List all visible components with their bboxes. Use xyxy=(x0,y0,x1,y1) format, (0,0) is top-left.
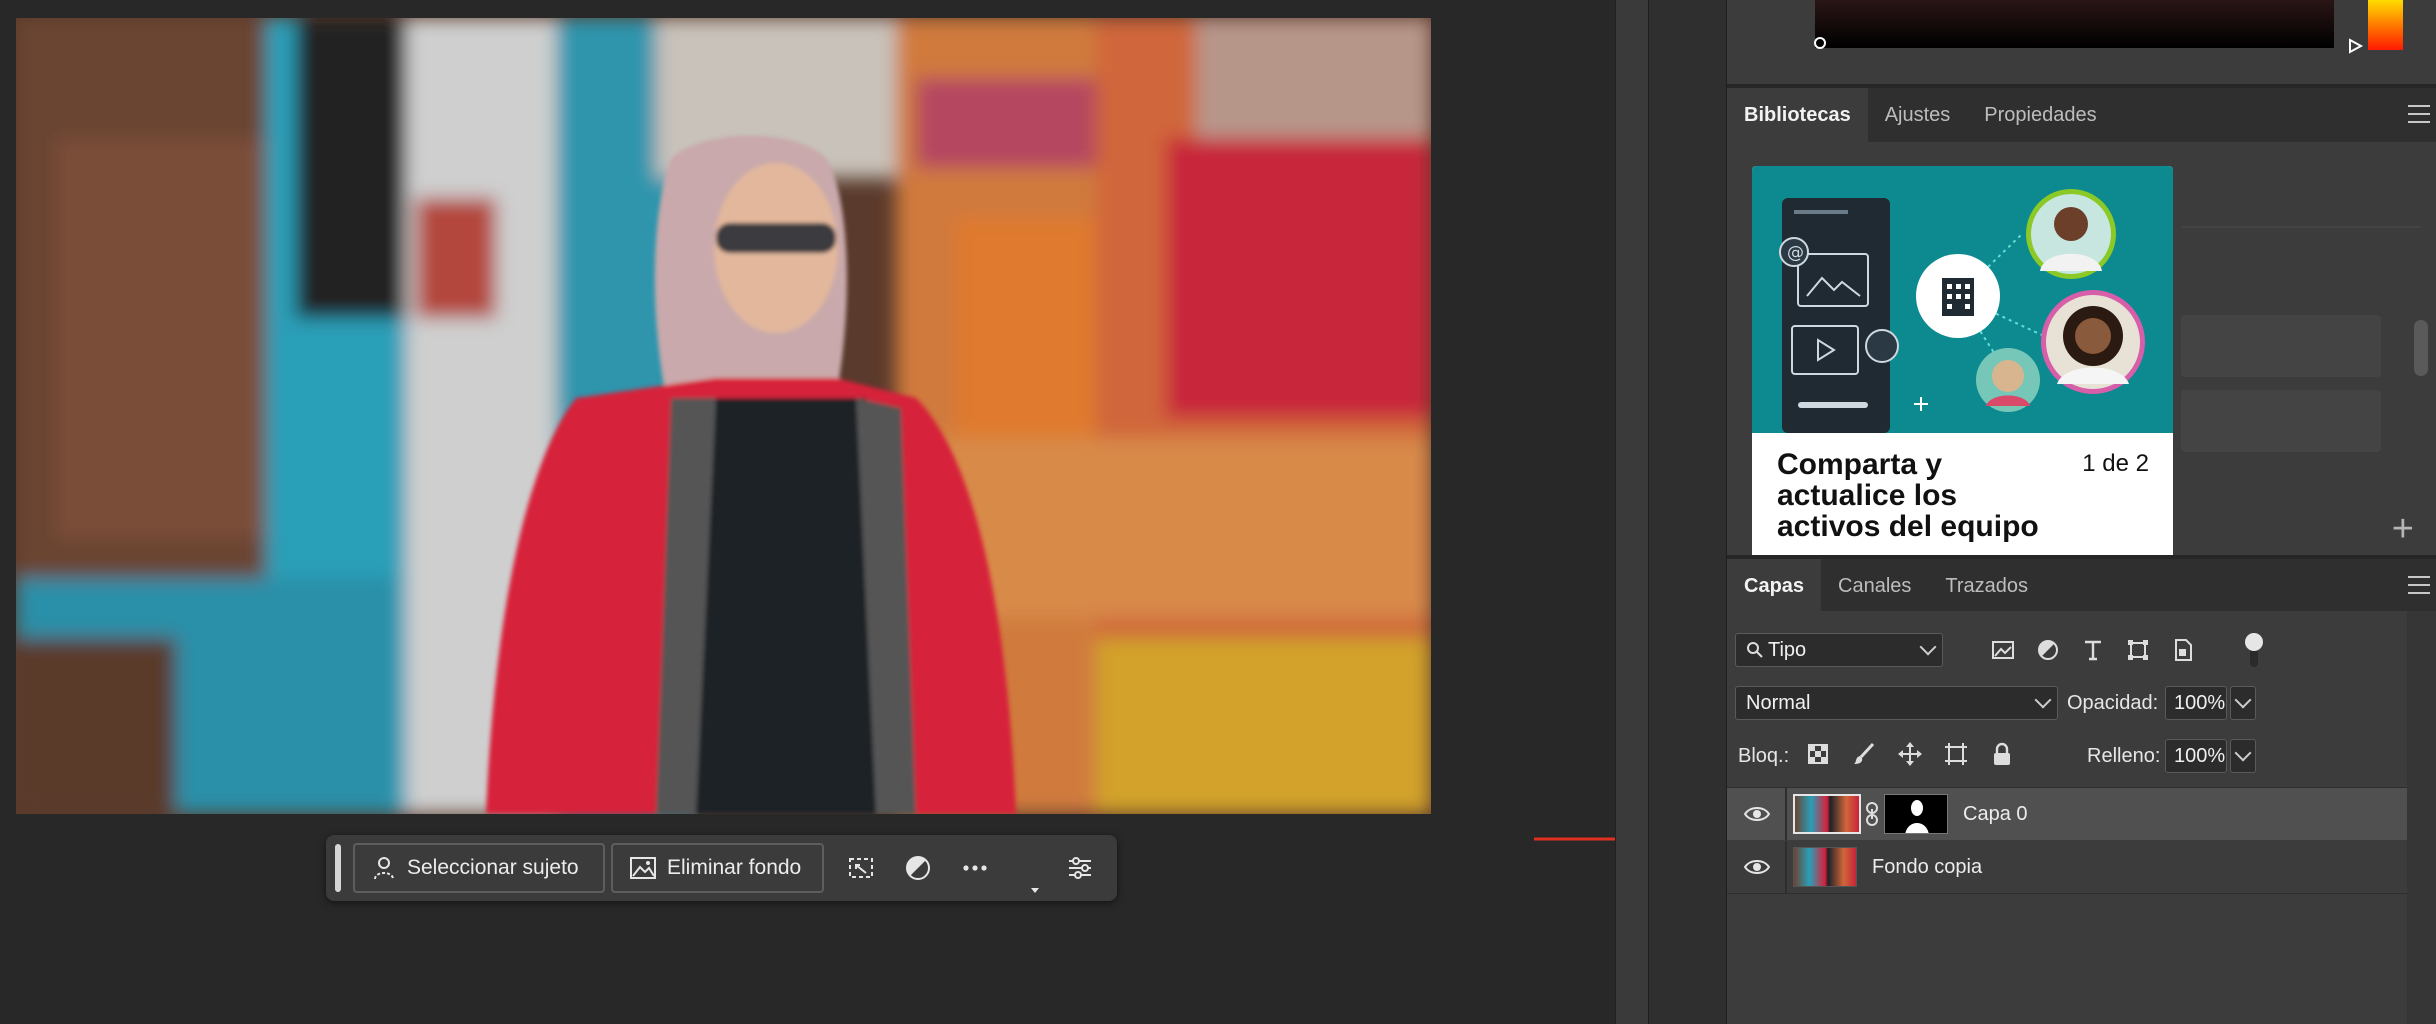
layers-panel-body: Tipo Normal Opacidad: 100% Bloq.: Rellen… xyxy=(1727,611,2436,1024)
opacity-value: 100% xyxy=(2174,691,2226,714)
layer-filter-value: Tipo xyxy=(1768,638,1807,661)
hue-slider[interactable] xyxy=(2368,0,2403,50)
layer-row[interactable]: Capa 0 xyxy=(1727,788,2407,840)
app-window: Seleccionar sujeto Eliminar fondo Biblio… xyxy=(0,0,2436,1024)
add-library-icon[interactable]: + xyxy=(2392,510,2414,548)
drag-handle[interactable] xyxy=(335,844,341,892)
layer-thumbnail xyxy=(1793,847,1857,887)
layer-mask-thumbnail[interactable] xyxy=(1884,794,1948,834)
opacity-input[interactable]: 100% xyxy=(2165,686,2227,720)
layer-row[interactable]: Fondo copia xyxy=(1727,841,2407,893)
tab-paths[interactable]: Trazados xyxy=(1928,559,2045,613)
lock-move-icon[interactable] xyxy=(1895,739,1925,769)
image-icon xyxy=(630,857,656,879)
promo-card[interactable]: @ Comparta y actualice los activos del e… xyxy=(1752,166,2173,555)
canvas-area[interactable]: Seleccionar sujeto Eliminar fondo xyxy=(0,0,1728,1024)
bar-settings-icon[interactable] xyxy=(1063,851,1097,885)
collapsed-panel-dock xyxy=(1648,0,1727,1024)
opacity-label: Opacidad: xyxy=(2067,692,2159,714)
tab-layers[interactable]: Capas xyxy=(1727,559,1822,613)
opacity-dropdown[interactable] xyxy=(2230,686,2256,720)
color-field-cursor xyxy=(1814,37,1826,49)
visibility-eye-icon[interactable] xyxy=(1744,802,1770,826)
tab-adjustments[interactable]: Ajustes xyxy=(1868,88,1968,142)
lock-paint-brush-icon[interactable] xyxy=(1849,739,1879,769)
blend-mode-select[interactable]: Normal xyxy=(1735,686,2058,720)
select-subject-button[interactable]: Seleccionar sujeto xyxy=(353,843,605,893)
libraries-menu-icon[interactable] xyxy=(2408,105,2430,123)
filter-adjustment-icon[interactable] xyxy=(2033,635,2063,665)
filter-type-icon[interactable] xyxy=(2078,635,2108,665)
blend-mode-value: Normal xyxy=(1746,691,1811,714)
lock-transparent-icon[interactable] xyxy=(1803,739,1833,769)
tab-channels[interactable]: Canales xyxy=(1821,559,1928,613)
filter-pixel-icon[interactable] xyxy=(1988,635,2018,665)
layer-filter-select[interactable]: Tipo xyxy=(1735,633,1943,667)
filter-toggle-switch[interactable] xyxy=(2244,631,2264,669)
layers-menu-icon[interactable] xyxy=(2408,576,2430,594)
layer-thumbnail xyxy=(1793,794,1861,834)
person-select-icon xyxy=(374,857,394,880)
more-options-icon[interactable] xyxy=(958,851,992,885)
filter-smart-object-icon[interactable] xyxy=(2168,635,2198,665)
hue-slider-marker[interactable] xyxy=(2348,38,2364,54)
tab-properties[interactable]: Propiedades xyxy=(1967,88,2113,142)
promo-page-count: 1 de 2 xyxy=(2082,450,2149,477)
layers-tab-bar: Capas Canales Trazados xyxy=(1727,559,2436,613)
color-picker-panel xyxy=(1727,0,2436,84)
libraries-tab-bar: Bibliotecas Ajustes Propiedades xyxy=(1727,88,2436,142)
adjustment-layer-icon[interactable] xyxy=(901,851,935,885)
lock-all-icon[interactable] xyxy=(1987,739,2017,769)
layer-name[interactable]: Fondo copia xyxy=(1872,856,1982,879)
search-icon xyxy=(1747,642,1763,658)
remove-background-label: Eliminar fondo xyxy=(667,856,802,879)
filter-shape-icon[interactable] xyxy=(2123,635,2153,665)
document-photo[interactable] xyxy=(16,18,1431,814)
contextual-task-bar: Seleccionar sujeto Eliminar fondo xyxy=(326,835,1117,901)
promo-illustration: @ xyxy=(1752,166,2173,433)
right-panel-dock: Bibliotecas Ajustes Propiedades @ Compar… xyxy=(1727,0,2436,1024)
color-field[interactable] xyxy=(1815,0,2334,48)
lock-label: Bloq.: xyxy=(1738,745,1790,767)
remove-background-button[interactable]: Eliminar fondo xyxy=(611,843,824,893)
dock-divider[interactable] xyxy=(1615,0,1648,1024)
fill-dropdown[interactable] xyxy=(2230,739,2256,773)
photo-image xyxy=(16,18,1431,814)
visibility-eye-icon[interactable] xyxy=(1744,855,1770,879)
svg-text:@: @ xyxy=(1787,243,1804,263)
layer-name[interactable]: Capa 0 xyxy=(1963,803,2028,826)
lock-artboard-icon[interactable] xyxy=(1941,739,1971,769)
mask-link-icon[interactable] xyxy=(1865,801,1879,827)
tab-libraries[interactable]: Bibliotecas xyxy=(1727,88,1868,142)
promo-title: Comparta y actualice los activos del equ… xyxy=(1777,448,2039,543)
transform-selection-icon[interactable] xyxy=(844,851,878,885)
more-dropdown-icon[interactable] xyxy=(1030,887,1040,895)
fill-label: Relleno: xyxy=(2087,745,2161,767)
fill-value: 100% xyxy=(2174,744,2226,767)
select-subject-label: Seleccionar sujeto xyxy=(407,856,579,879)
layers-scrollbar[interactable] xyxy=(2407,611,2436,1024)
libraries-scrollbar[interactable] xyxy=(2414,320,2428,376)
libraries-panel-body: @ Comparta y actualice los activos del e… xyxy=(1727,145,2436,555)
fill-input[interactable]: 100% xyxy=(2165,739,2227,773)
